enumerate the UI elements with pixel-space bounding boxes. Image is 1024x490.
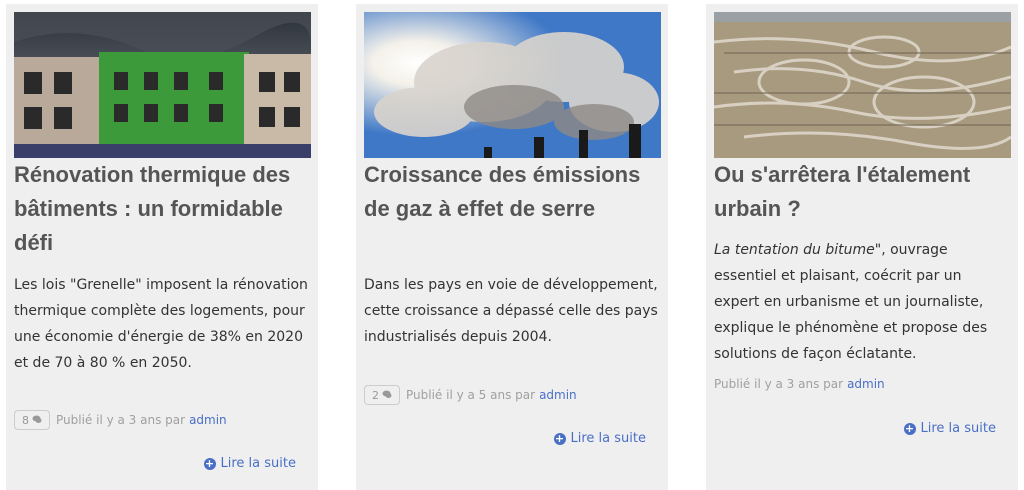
building-photo[interactable] (14, 12, 311, 158)
article-title[interactable]: Ou s'arrêtera l'étalement urbain ? (714, 158, 1011, 226)
article-card: Ou s'arrêtera l'étalement urbain ? La te… (706, 4, 1018, 490)
article-meta: 2 Publié il y a 5 ans par admin (364, 385, 577, 405)
published-text: Publié il y a 3 ans par (56, 413, 186, 427)
read-more-label: Lire la suite (220, 456, 296, 471)
article-title[interactable]: Rénovation thermique des bâtiments : un … (14, 158, 311, 260)
emissions-photo[interactable] (364, 12, 661, 158)
plus-circle-icon: + (553, 431, 566, 445)
author-link[interactable]: admin (847, 377, 885, 391)
article-meta: 8 Publié il y a 3 ans par admin (14, 410, 227, 430)
comment-count: 2 (372, 388, 379, 402)
published-text: Publié il y a 5 ans par (406, 388, 536, 402)
read-more-label: Lire la suite (570, 431, 646, 446)
comment-count-badge[interactable]: 2 (364, 385, 400, 405)
author-link[interactable]: admin (189, 413, 227, 427)
article-excerpt-rest: ", ouvrage essentiel et plaisant, coécri… (714, 242, 988, 362)
read-more-label: Lire la suite (920, 421, 996, 436)
book-title: La tentation du bitume (714, 242, 875, 258)
comment-count-badge[interactable]: 8 (14, 410, 50, 430)
article-card: Rénovation thermique des bâtiments : un … (6, 4, 318, 490)
urban-sprawl-photo[interactable] (714, 12, 1011, 158)
plus-circle-icon: + (203, 456, 216, 470)
comment-count: 8 (22, 413, 29, 427)
read-more-link[interactable]: + Lire la suite (903, 421, 996, 436)
article-excerpt: Dans les pays en voie de développement, … (364, 277, 658, 345)
comment-icon (32, 414, 42, 427)
article-meta: Publié il y a 3 ans par admin (714, 377, 885, 391)
comment-icon (382, 389, 392, 402)
published-text: Publié il y a 3 ans par (714, 377, 844, 391)
read-more-link[interactable]: + Lire la suite (203, 456, 296, 471)
author-link[interactable]: admin (539, 388, 577, 402)
article-card: Croissance des émissions de gaz à effet … (356, 4, 668, 490)
article-excerpt: Les lois "Grenelle" imposent la rénovati… (14, 277, 308, 371)
plus-circle-icon: + (903, 421, 916, 435)
article-title[interactable]: Croissance des émissions de gaz à effet … (364, 158, 661, 226)
article-excerpt: La tentation du bitume", ouvrage essenti… (714, 237, 1011, 367)
read-more-link[interactable]: + Lire la suite (553, 431, 646, 446)
